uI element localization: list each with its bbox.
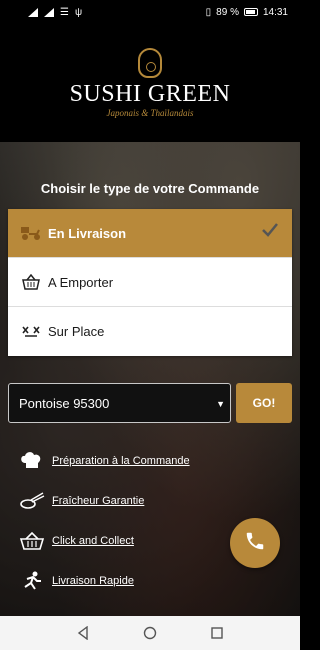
phone-icon	[244, 530, 266, 557]
city-select-value: Pontoise 95300	[19, 395, 110, 411]
dining-icon	[20, 324, 42, 340]
order-option-dine-in[interactable]: Sur Place	[8, 307, 292, 356]
feature-label[interactable]: Livraison Rapide	[52, 575, 134, 587]
recents-icon[interactable]	[207, 623, 227, 643]
feature-label[interactable]: Fraîcheur Garantie	[52, 495, 144, 507]
basket-icon	[18, 529, 46, 553]
dropdown-caret-icon: ▼	[216, 399, 225, 409]
status-right: ▯ 89 % 14:31	[206, 7, 288, 18]
brand-name: SUSHI GREEN	[69, 81, 231, 107]
vibrate-icon: ▯	[205, 6, 212, 18]
order-option-label: En Livraison	[48, 225, 127, 241]
order-type-panel: En Livraison A Emporter Sur Place	[8, 209, 292, 356]
order-type-title: Choisir le type de votre Commande	[40, 181, 260, 196]
feature-label[interactable]: Click and Collect	[52, 535, 134, 547]
city-select-row: Pontoise 95300 ▼ GO!	[8, 383, 292, 423]
wifi-icon: ☰	[60, 6, 69, 18]
basket-icon	[20, 274, 42, 290]
checkmark-icon	[262, 223, 278, 240]
header: SUSHI GREEN Japonais & Thaïlandais	[0, 24, 300, 142]
status-left: ☰ ψ	[28, 7, 206, 18]
sushi-chopsticks-icon	[18, 489, 46, 513]
battery-icon	[243, 8, 258, 16]
feature-item[interactable]: Livraison Rapide	[18, 561, 190, 601]
usb-icon: ψ	[74, 6, 83, 18]
status-bar: ☰ ψ ▯ 89 % 14:31	[0, 0, 300, 24]
order-option-takeaway[interactable]: A Emporter	[8, 258, 292, 307]
city-select[interactable]: Pontoise 95300 ▼	[8, 383, 231, 423]
logo-emblem-icon	[138, 48, 162, 78]
signal-icon	[28, 7, 38, 17]
navigation-bar	[0, 616, 300, 650]
clock: 14:31	[262, 6, 288, 18]
delivery-scooter-icon	[20, 225, 42, 241]
features-list: Préparation à la Commande Fraîcheur Gara…	[18, 441, 190, 601]
feature-item[interactable]: Fraîcheur Garantie	[18, 481, 190, 521]
go-button[interactable]: GO!	[236, 383, 292, 423]
battery-level: 89 %	[216, 6, 239, 18]
order-option-delivery[interactable]: En Livraison	[8, 209, 292, 258]
home-icon[interactable]	[140, 623, 160, 643]
order-option-label: A Emporter	[48, 274, 114, 290]
delivery-runner-icon	[18, 569, 46, 593]
brand-tagline: Japonais & Thaïlandais	[106, 108, 194, 118]
signal-icon	[44, 7, 54, 17]
feature-label[interactable]: Préparation à la Commande	[52, 455, 190, 467]
order-option-label: Sur Place	[48, 324, 105, 339]
chef-hat-icon	[18, 449, 46, 473]
feature-item[interactable]: Préparation à la Commande	[18, 441, 190, 481]
call-button[interactable]	[230, 518, 280, 568]
feature-item[interactable]: Click and Collect	[18, 521, 190, 561]
back-icon[interactable]	[73, 623, 93, 643]
